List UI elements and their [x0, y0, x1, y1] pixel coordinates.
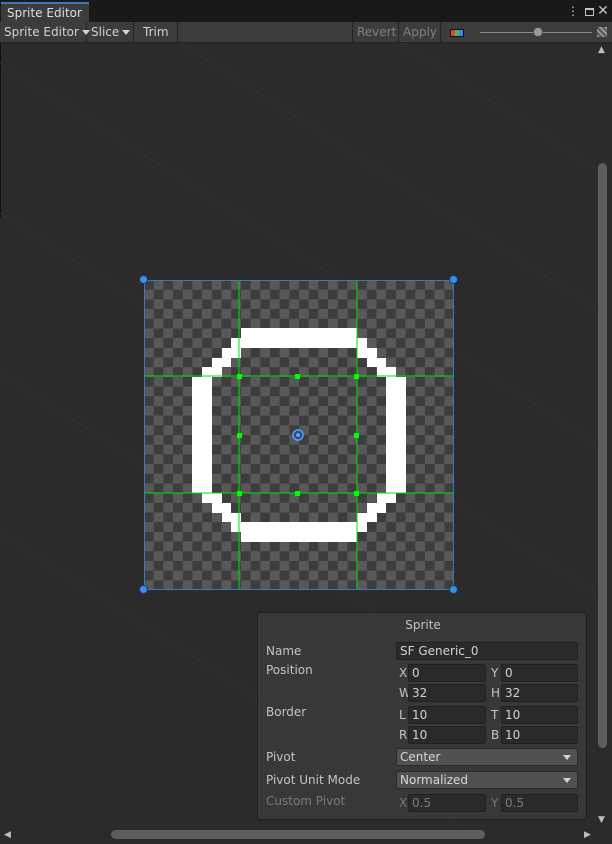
border-guides — [144, 280, 454, 590]
pivot-dropdown[interactable]: Center — [396, 748, 578, 766]
position-h-axis: H — [491, 686, 501, 700]
border-l-axis: L — [399, 708, 406, 722]
border-b-field[interactable]: 10 — [501, 726, 578, 744]
pivot-unit-mode-value: Normalized — [400, 773, 469, 787]
custom-pivot-y-axis: Y — [491, 796, 499, 810]
maximize-icon[interactable] — [582, 3, 596, 19]
position-x-field[interactable]: 0 — [408, 664, 486, 682]
pivot-unit-mode-dropdown[interactable]: Normalized — [396, 771, 578, 789]
toolbar: Sprite Editor Slice Trim Revert Apply — [0, 22, 612, 43]
sprite-texture[interactable] — [144, 280, 454, 590]
sprite-editor-dropdown-label: Sprite Editor — [4, 25, 79, 39]
horizontal-scrollbar[interactable]: ◀ ▶ — [0, 827, 596, 844]
position-h-field[interactable]: 32 — [501, 684, 578, 702]
vertical-scroll-thumb[interactable] — [598, 163, 607, 748]
border-b-axis: B — [491, 728, 500, 742]
border-r-axis: R — [399, 728, 408, 742]
close-icon[interactable]: ✕ — [596, 3, 610, 19]
custom-pivot-y-field: 0.5 — [501, 794, 578, 812]
position-w-field[interactable]: 32 — [408, 684, 486, 702]
pivot-label: Pivot — [266, 750, 296, 764]
tab-sprite-editor[interactable]: Sprite Editor — [1, 2, 89, 22]
border-t-field[interactable]: 10 — [501, 706, 578, 724]
sprite-editor-window: Sprite Editor ⋮ ✕ Sprite Editor Slice Tr… — [0, 0, 612, 844]
scroll-left-icon[interactable]: ◀ — [4, 830, 11, 840]
tab-strip: Sprite Editor ⋮ ✕ — [0, 0, 612, 22]
resize-handle-bottom-right[interactable] — [449, 585, 458, 594]
position-y-axis: Y — [491, 666, 499, 680]
pivot-unit-mode-label: Pivot Unit Mode — [266, 773, 361, 787]
vertical-scrollbar[interactable]: ▲ ▼ — [596, 43, 612, 827]
sprite-editor-dropdown[interactable]: Sprite Editor — [0, 22, 90, 43]
resize-handle-top-left[interactable] — [139, 275, 148, 284]
custom-pivot-x-axis: X — [399, 796, 408, 810]
scroll-down-icon[interactable]: ▼ — [598, 815, 605, 825]
chevron-down-icon — [563, 778, 571, 783]
kebab-menu-icon[interactable]: ⋮ — [566, 3, 580, 19]
name-field[interactable]: SF Generic_0 — [396, 642, 578, 660]
chevron-down-icon — [122, 30, 131, 35]
horizontal-scroll-thumb[interactable] — [111, 830, 485, 839]
color-channel-icon[interactable] — [446, 25, 466, 40]
scroll-right-icon[interactable]: ▶ — [584, 830, 591, 840]
custom-pivot-label: Custom Pivot — [266, 794, 346, 808]
slice-dropdown[interactable]: Slice — [87, 22, 134, 43]
slice-label: Slice — [91, 25, 120, 39]
resize-handle-top-right[interactable] — [449, 275, 458, 284]
border-label: Border — [266, 705, 307, 719]
trim-button[interactable]: Trim — [134, 22, 178, 43]
position-x-axis: X — [399, 666, 408, 680]
border-l-field[interactable]: 10 — [408, 706, 486, 724]
border-t-axis: T — [491, 708, 499, 722]
scroll-up-icon[interactable]: ▲ — [598, 45, 605, 55]
zoom-slider-thumb[interactable] — [532, 27, 543, 37]
position-y-field[interactable]: 0 — [501, 664, 578, 682]
revert-button[interactable]: Revert — [352, 22, 399, 43]
name-label: Name — [266, 644, 302, 658]
resize-handle-bottom-left[interactable] — [139, 585, 148, 594]
position-label: Position — [266, 663, 313, 677]
sprite-properties-panel: Sprite Name SF Generic_0 Position X 0 Y … — [257, 612, 587, 820]
border-r-field[interactable]: 10 — [408, 726, 486, 744]
custom-pivot-x-field: 0.5 — [408, 794, 486, 812]
pivot-dropdown-value: Center — [400, 750, 441, 764]
chevron-down-icon — [563, 755, 571, 760]
mip-level-icon[interactable] — [597, 27, 607, 37]
apply-button[interactable]: Apply — [399, 22, 441, 43]
panel-title: Sprite — [405, 618, 441, 632]
